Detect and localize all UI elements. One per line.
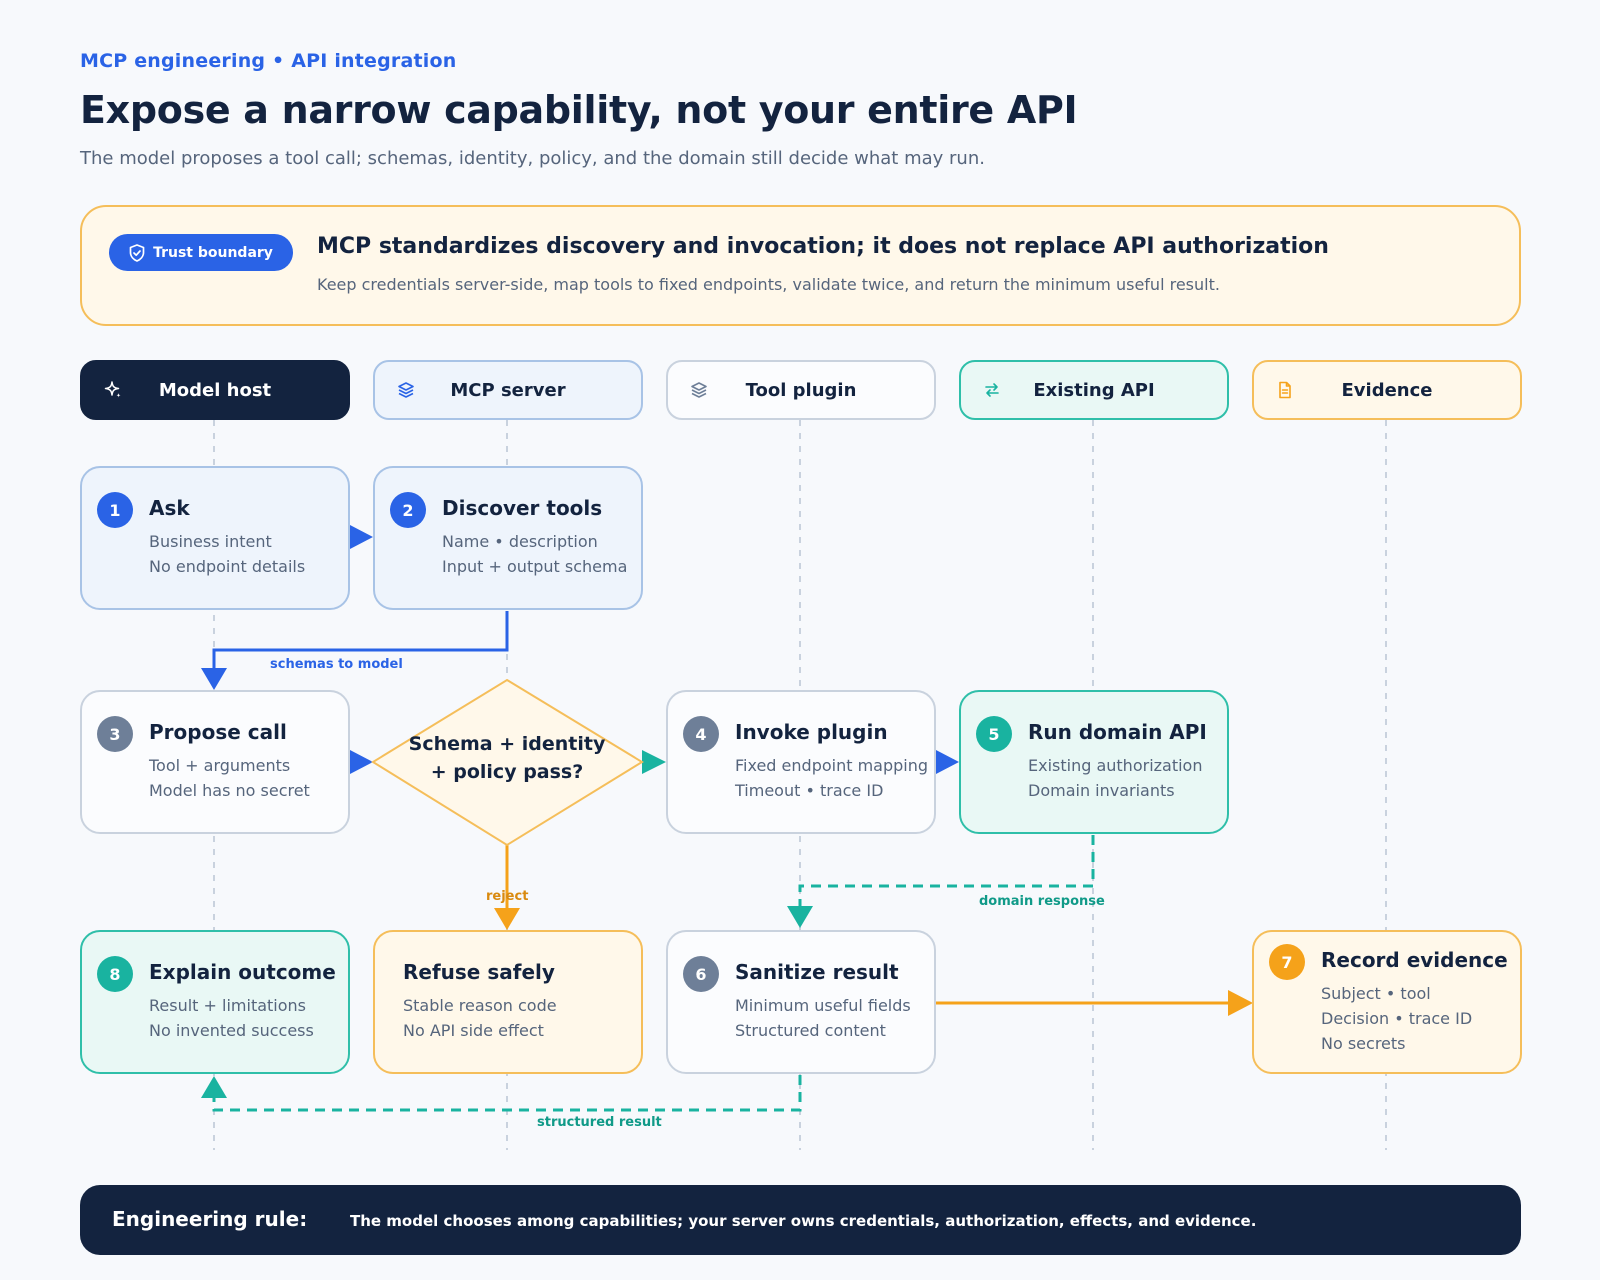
arrowhead-ask-discover — [350, 525, 373, 549]
node-run-domain-api: 5 Run domain API Existing authorization … — [959, 690, 1229, 834]
arrowhead-record — [1228, 990, 1253, 1016]
eyebrow: MCP engineering • API integration — [80, 50, 457, 72]
node-title: Record evidence — [1321, 948, 1508, 972]
node-title: Discover tools — [442, 496, 603, 520]
sparkle-icon — [102, 379, 124, 401]
trust-boundary-callout: Trust boundary MCP standardizes discover… — [80, 205, 1521, 326]
node-invoke-plugin: 4 Invoke plugin Fixed endpoint mapping T… — [666, 690, 936, 834]
trust-boundary-label: Trust boundary — [153, 244, 273, 261]
edge-label-reject: reject — [486, 889, 529, 904]
lane-existing-api: Existing API — [959, 360, 1229, 420]
edge-label-schemas-to-model: schemas to model — [270, 657, 403, 672]
step-badge: 1 — [97, 492, 133, 528]
node-ask: 1 Ask Business intent No endpoint detail… — [80, 466, 350, 610]
step-badge: 6 — [683, 956, 719, 992]
node-refuse-safely: Refuse safely Stable reason code No API … — [373, 930, 643, 1074]
step-badge: 4 — [683, 716, 719, 752]
node-title: Refuse safely — [403, 960, 555, 984]
edge-label-structured-result: structured result — [537, 1115, 662, 1130]
node-propose-call: 3 Propose call Tool + arguments Model ha… — [80, 690, 350, 834]
node-title: Sanitize result — [735, 960, 899, 984]
node-detail: Stable reason code — [403, 996, 557, 1015]
lane-mcp-server: MCP server — [373, 360, 643, 420]
step-badge: 2 — [390, 492, 426, 528]
node-title: Ask — [149, 496, 190, 520]
node-detail: No endpoint details — [149, 557, 306, 576]
node-detail: Subject • tool — [1321, 984, 1431, 1003]
layers-icon — [395, 379, 417, 401]
node-detail: Fixed endpoint mapping — [735, 756, 929, 775]
arrowhead-propose-decision — [350, 750, 373, 774]
node-detail: No secrets — [1321, 1034, 1406, 1053]
step-badge: 3 — [97, 716, 133, 752]
node-sanitize-result: 6 Sanitize result Minimum useful fields … — [666, 930, 936, 1074]
page-title: Expose a narrow capability, not your ent… — [80, 88, 1078, 132]
node-record-evidence: 7 Record evidence Subject • tool Decisio… — [1252, 930, 1522, 1074]
layers-icon — [688, 379, 710, 401]
edge-structured-result — [212, 1075, 802, 1112]
node-title: Explain outcome — [149, 960, 336, 984]
lane-label: Model host — [158, 379, 272, 401]
arrowhead-structured — [201, 1076, 227, 1098]
node-discover-tools: 2 Discover tools Name • description Inpu… — [373, 466, 643, 610]
lane-label: Evidence — [1341, 379, 1433, 401]
node-detail: Model has no secret — [149, 781, 310, 800]
lane-evidence: Evidence — [1252, 360, 1522, 420]
node-title: Propose call — [149, 720, 287, 744]
callout-heading: MCP standardizes discovery and invocatio… — [317, 234, 1329, 259]
connector-layer — [201, 420, 1387, 1150]
node-detail: Structured content — [735, 1021, 886, 1040]
node-detail: Business intent — [149, 532, 272, 551]
node-detail: Domain invariants — [1028, 781, 1175, 800]
lane-tool-plugin: Tool plugin — [666, 360, 936, 420]
node-detail: Existing authorization — [1028, 756, 1203, 775]
node-detail: Name • description — [442, 532, 598, 551]
page-subtitle: The model proposes a tool call; schemas,… — [80, 148, 985, 169]
arrowhead-domain — [787, 906, 813, 928]
node-title: Run domain API — [1028, 720, 1207, 744]
edge-label-domain-response: domain response — [979, 894, 1105, 909]
lane-model-host: Model host — [80, 360, 350, 420]
arrowhead-reject — [494, 908, 520, 930]
node-detail: Tool + arguments — [149, 756, 291, 775]
lane-label: Tool plugin — [745, 379, 857, 401]
step-badge: 8 — [97, 956, 133, 992]
node-detail: Input + output schema — [442, 557, 628, 576]
node-detail: No invented success — [149, 1021, 314, 1040]
node-detail: Result + limitations — [149, 996, 306, 1015]
arrows-exchange-icon — [981, 379, 1003, 401]
node-detail: Minimum useful fields — [735, 996, 911, 1015]
document-icon — [1274, 379, 1296, 401]
arrowhead-invoke-run — [936, 750, 959, 774]
engineering-rule-banner: Engineering rule: The model chooses amon… — [80, 1185, 1521, 1255]
callout-text: Keep credentials server-side, map tools … — [317, 275, 1220, 294]
node-detail: No API side effect — [403, 1021, 544, 1040]
node-detail: Timeout • trace ID — [735, 781, 884, 800]
arrowhead-decision-invoke — [642, 750, 666, 774]
arrowhead-schemas — [201, 668, 227, 690]
step-badge: 7 — [1269, 944, 1305, 980]
shield-check-icon — [129, 243, 145, 262]
node-explain-outcome: 8 Explain outcome Result + limitations N… — [80, 930, 350, 1074]
lane-label: MCP server — [450, 379, 566, 401]
step-badge: 5 — [976, 716, 1012, 752]
decision-text: Schema + identity + policy pass? — [408, 733, 606, 783]
footer-text: The model chooses among capabilities; yo… — [350, 1212, 1257, 1230]
lane-label: Existing API — [1033, 379, 1155, 401]
node-title: Invoke plugin — [735, 720, 888, 744]
trust-boundary-pill: Trust boundary — [109, 234, 293, 271]
footer-label: Engineering rule: — [112, 1207, 308, 1231]
node-detail: Decision • trace ID — [1321, 1009, 1473, 1028]
